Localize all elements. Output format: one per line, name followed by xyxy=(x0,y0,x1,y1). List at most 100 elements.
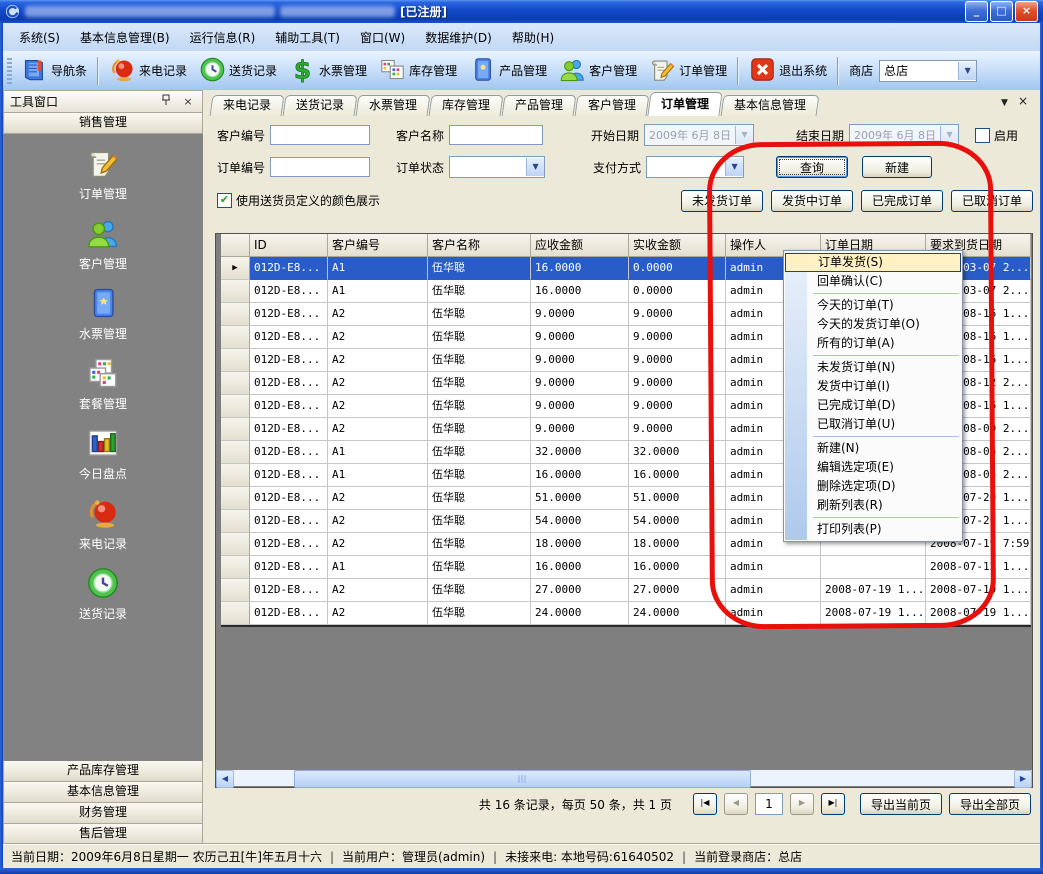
scroll-right-icon[interactable]: ▶ xyxy=(1014,770,1032,788)
menubar-item[interactable]: 系统(S) xyxy=(10,26,69,49)
sidebar-group-button[interactable]: 售后管理 xyxy=(3,824,203,845)
sidebar-group-sales[interactable]: 销售管理 xyxy=(3,113,203,134)
context-menu-item[interactable]: 所有的订单(A) xyxy=(785,334,961,353)
context-menu-item[interactable]: 订单发货(S) xyxy=(785,253,961,272)
order-status-select[interactable]: ▼ xyxy=(449,156,545,178)
tab-item[interactable]: 产品管理 xyxy=(502,95,577,116)
scrollbar-thumb[interactable] xyxy=(294,770,751,788)
context-menu-item[interactable]: 今天的订单(T) xyxy=(785,296,961,315)
context-menu-item[interactable]: 已完成订单(D) xyxy=(785,396,961,415)
prev-page-button[interactable]: ◀ xyxy=(724,793,748,815)
toolbar-button[interactable]: 退出系统 xyxy=(743,54,833,88)
column-header[interactable]: 客户编号 xyxy=(328,234,428,257)
menubar-item[interactable]: 帮助(H) xyxy=(503,26,563,49)
context-menu-item[interactable]: 发货中订单(I) xyxy=(785,377,961,396)
customer-name-input[interactable] xyxy=(449,125,543,145)
customer-no-input[interactable] xyxy=(270,125,370,145)
column-header[interactable]: 实收金额 xyxy=(629,234,726,257)
sidebar-item[interactable]: 来电记录 xyxy=(43,496,163,552)
tab-list-dropdown-icon[interactable]: ▼ xyxy=(1001,98,1008,108)
tab-item[interactable]: 送货记录 xyxy=(283,95,358,116)
status-segment: 当前日期：2009年6月8日星期一 农历己丑[牛]年五月十六 xyxy=(11,848,322,865)
color-option-checkbox[interactable]: ✔ xyxy=(217,193,232,208)
table-cell: 18.0000 xyxy=(629,533,726,556)
toolbar-button[interactable]: 产品管理 xyxy=(463,54,553,88)
menubar-item[interactable]: 数据维护(D) xyxy=(416,26,501,49)
tab-active[interactable]: 订单管理 xyxy=(647,92,722,116)
sidebar-item[interactable]: 今日盘点 xyxy=(43,426,163,482)
context-menu-item[interactable]: 今天的发货订单(O) xyxy=(785,315,961,334)
toolbar-button[interactable]: $水票管理 xyxy=(283,54,373,88)
minimize-button[interactable]: _ xyxy=(965,1,988,22)
sidebar-item[interactable]: 订单管理 xyxy=(43,146,163,202)
sidebar-item[interactable]: 客户管理 xyxy=(43,216,163,272)
sidebar-group-button[interactable]: 财务管理 xyxy=(3,803,203,824)
table-cell: A2 xyxy=(328,533,428,556)
table-row[interactable]: 012D-E8...A2伍华聪24.000024.0000admin2008-0… xyxy=(221,602,1031,625)
end-date-picker[interactable]: 2009年 6月 8日 ▼ xyxy=(849,124,959,146)
export-current-page-button[interactable]: 导出当前页 xyxy=(860,793,942,815)
toolbar-button[interactable]: 来电记录 xyxy=(103,54,193,88)
table-cell: 9.0000 xyxy=(531,349,629,372)
enable-checkbox[interactable] xyxy=(975,128,990,143)
context-menu-item[interactable]: 未发货订单(N) xyxy=(785,358,961,377)
start-date-picker[interactable]: 2009年 6月 8日 ▼ xyxy=(644,124,754,146)
sidebar-group-button[interactable]: 产品库存管理 xyxy=(3,761,203,782)
context-menu-item[interactable]: 打印列表(P) xyxy=(785,520,961,539)
context-menu-item[interactable]: 删除选定项(D) xyxy=(785,477,961,496)
sidebar-group-button[interactable]: 基本信息管理 xyxy=(3,782,203,803)
order-status-filter-button[interactable]: 已取消订单 xyxy=(951,190,1033,212)
menubar-item[interactable]: 辅助工具(T) xyxy=(266,26,349,49)
shop-select[interactable]: 总店▼ xyxy=(879,60,977,82)
context-menu-item[interactable]: 回单确认(C) xyxy=(785,272,961,291)
sidebar-item[interactable]: 水票管理 xyxy=(43,286,163,342)
order-status-filter-button[interactable]: 发货中订单 xyxy=(771,190,853,212)
toolbar-separator xyxy=(737,57,739,85)
column-header[interactable]: ID xyxy=(250,234,328,257)
menubar-item[interactable]: 窗口(W) xyxy=(351,26,414,49)
pin-icon[interactable] xyxy=(158,94,174,109)
export-all-pages-button[interactable]: 导出全部页 xyxy=(949,793,1031,815)
context-menu-item[interactable]: 已取消订单(U) xyxy=(785,415,961,434)
tab-item[interactable]: 来电记录 xyxy=(210,95,285,116)
last-page-button[interactable]: ▶| xyxy=(821,793,845,815)
toolbar-button[interactable]: 送货记录 xyxy=(193,54,283,88)
query-button[interactable]: 查询 xyxy=(776,156,848,178)
close-button[interactable]: × xyxy=(1015,1,1038,22)
order-no-input[interactable] xyxy=(270,157,370,177)
inventory-grid-icon xyxy=(379,56,406,86)
toolbar-button[interactable]: 客户管理 xyxy=(553,54,643,88)
sidebar-item-label: 来电记录 xyxy=(79,535,127,552)
tab-close-icon[interactable]: × xyxy=(1018,94,1028,108)
context-menu-item[interactable]: 刷新列表(R) xyxy=(785,496,961,515)
page-number-input[interactable] xyxy=(755,793,783,815)
horizontal-scrollbar[interactable]: ◀ ▶ xyxy=(216,770,1032,786)
column-header[interactable]: 客户名称 xyxy=(428,234,531,257)
pay-method-select[interactable]: ▼ xyxy=(646,156,744,178)
tab-item[interactable]: 库存管理 xyxy=(429,95,504,116)
table-cell: 012D-E8... xyxy=(250,326,328,349)
tab-item[interactable]: 基本信息管理 xyxy=(721,95,820,116)
toolbar-button[interactable]: 订单管理 xyxy=(643,54,733,88)
next-page-button[interactable]: ▶ xyxy=(790,793,814,815)
toolbar-button[interactable]: 导航条 xyxy=(15,54,93,88)
column-header[interactable]: 应收金额 xyxy=(531,234,629,257)
table-row[interactable]: 012D-E8...A2伍华聪27.000027.0000admin2008-0… xyxy=(221,579,1031,602)
sidebar-item[interactable]: 送货记录 xyxy=(43,566,163,622)
menubar-item[interactable]: 基本信息管理(B) xyxy=(71,26,179,49)
context-menu-item[interactable]: 编辑选定项(E) xyxy=(785,458,961,477)
context-menu-item[interactable]: 新建(N) xyxy=(785,439,961,458)
maximize-button[interactable]: □ xyxy=(990,1,1013,22)
first-page-button[interactable]: |◀ xyxy=(693,793,717,815)
menubar-item[interactable]: 运行信息(R) xyxy=(181,26,265,49)
sidebar-close-icon[interactable]: × xyxy=(180,95,196,108)
order-status-filter-button[interactable]: 已完成订单 xyxy=(861,190,943,212)
tab-item[interactable]: 水票管理 xyxy=(356,95,431,116)
order-status-filter-button[interactable]: 未发货订单 xyxy=(681,190,763,212)
toolbar-button[interactable]: 库存管理 xyxy=(373,54,463,88)
scroll-left-icon[interactable]: ◀ xyxy=(216,770,234,788)
sidebar-item[interactable]: 套餐管理 xyxy=(43,356,163,412)
tab-item[interactable]: 客户管理 xyxy=(575,95,650,116)
table-row[interactable]: 012D-E8...A1伍华聪16.000016.0000admin2008-0… xyxy=(221,556,1031,579)
new-button[interactable]: 新建 xyxy=(862,156,932,178)
